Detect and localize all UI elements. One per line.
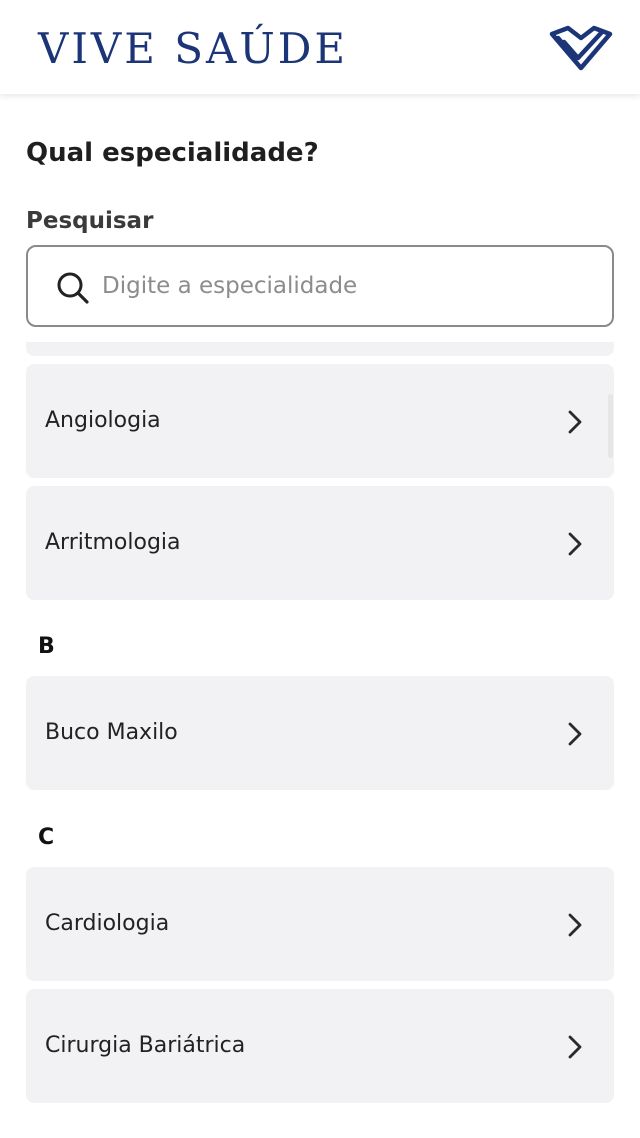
specialty-label: Cardiologia bbox=[45, 911, 170, 936]
search-input[interactable] bbox=[102, 261, 592, 311]
specialty-label: Arritmologia bbox=[45, 530, 181, 555]
section-header-b: B bbox=[38, 634, 55, 659]
specialty-item-angiologia[interactable]: Angiologia bbox=[26, 364, 614, 478]
specialty-label: Cirurgia Bariátrica bbox=[45, 1033, 246, 1058]
specialty-item-cirurgia-bariatrica[interactable]: Cirurgia Bariátrica bbox=[26, 989, 614, 1103]
specialty-item-cardiologia[interactable]: Cardiologia bbox=[26, 867, 614, 981]
chevron-right-icon bbox=[568, 410, 582, 434]
chevron-right-icon bbox=[568, 913, 582, 937]
heart-check-logo-icon bbox=[549, 25, 613, 71]
chevron-right-icon bbox=[568, 722, 582, 746]
search-icon bbox=[57, 272, 89, 304]
app-header: VIVE SAÚDE bbox=[0, 0, 640, 94]
list-scrollbar[interactable] bbox=[608, 394, 613, 458]
chevron-right-icon bbox=[568, 1035, 582, 1059]
search-label: Pesquisar bbox=[26, 208, 154, 234]
search-field[interactable] bbox=[26, 245, 614, 327]
brand-logo-text: VIVE SAÚDE bbox=[38, 24, 349, 73]
specialty-item-arritmologia[interactable]: Arritmologia bbox=[26, 486, 614, 600]
specialty-item-buco-maxilo[interactable]: Buco Maxilo bbox=[26, 676, 614, 790]
specialty-label: Angiologia bbox=[45, 408, 161, 433]
specialty-label: Buco Maxilo bbox=[45, 720, 178, 745]
chevron-right-icon bbox=[568, 532, 582, 556]
specialty-list[interactable]: Angiologia Arritmologia B Buco Maxilo C … bbox=[0, 340, 640, 1138]
page-title: Qual especialidade? bbox=[26, 138, 319, 168]
section-header-c: C bbox=[38, 825, 55, 850]
list-item-partial[interactable] bbox=[26, 342, 614, 356]
